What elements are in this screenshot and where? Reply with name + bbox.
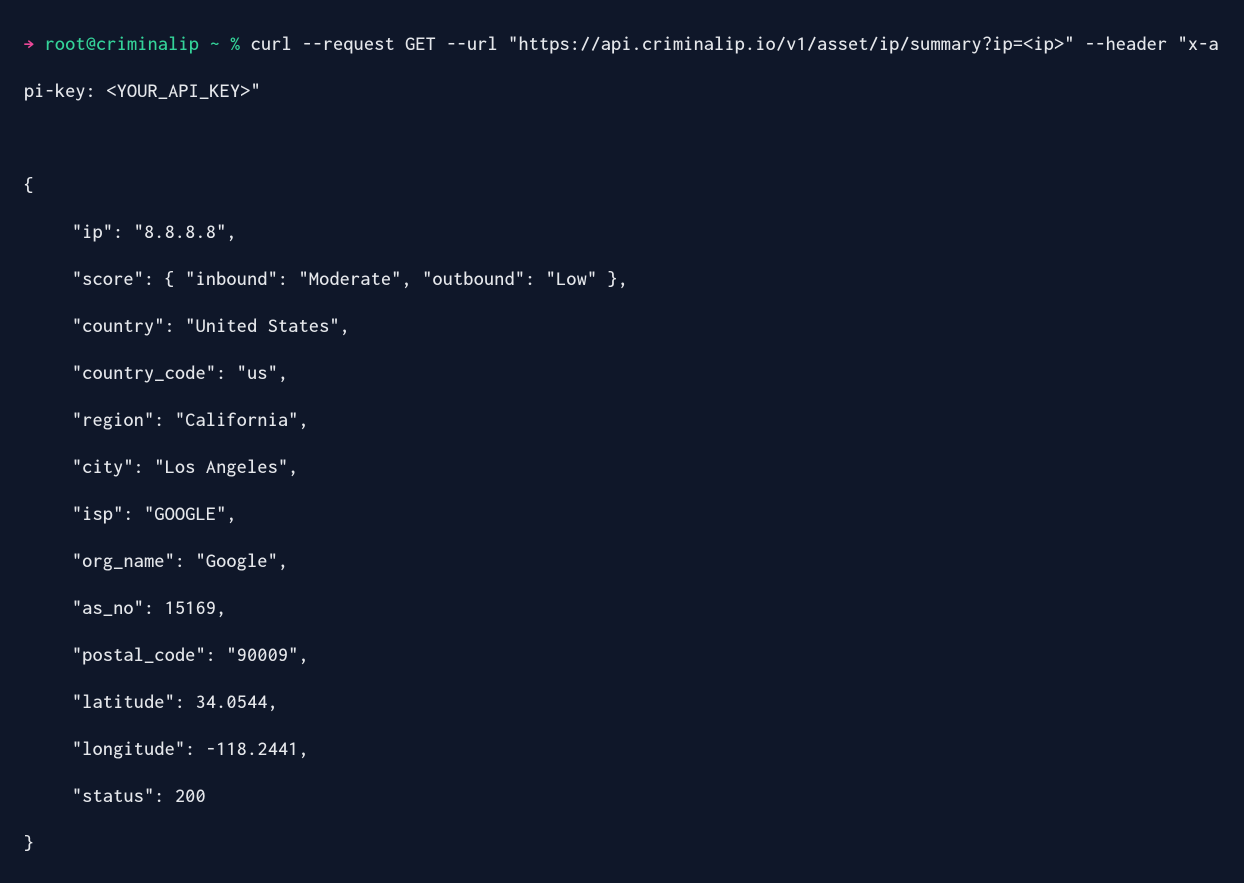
json-line: "as_no": 15169, bbox=[24, 584, 1220, 631]
terminal-command: curl --request GET --url "https://api.cr… bbox=[24, 33, 1219, 101]
terminal-window[interactable]: → root@criminalip ~ % curl --request GET… bbox=[24, 20, 1220, 866]
prompt-user-host: root@criminalip bbox=[45, 33, 200, 54]
json-close-brace: } bbox=[24, 832, 34, 853]
json-line: "longitude": -118.2441, bbox=[24, 725, 1220, 772]
json-line: "latitude": 34.0544, bbox=[24, 678, 1220, 725]
json-line: "ip": "8.8.8.8", bbox=[24, 208, 1220, 255]
prompt-symbol: % bbox=[230, 33, 240, 54]
json-line: "country_code": "us", bbox=[24, 349, 1220, 396]
prompt-arrow-icon: → bbox=[24, 33, 34, 54]
json-line: "postal_code": "90009", bbox=[24, 631, 1220, 678]
json-line: "country": "United States", bbox=[24, 302, 1220, 349]
json-line: "isp": "GOOGLE", bbox=[24, 490, 1220, 537]
json-line: "score": { "inbound": "Moderate", "outbo… bbox=[24, 255, 1220, 302]
json-line: "status": 200 bbox=[24, 772, 1220, 819]
json-line: "city": "Los Angeles", bbox=[24, 443, 1220, 490]
json-open-brace: { bbox=[24, 174, 34, 195]
json-line: "region": "California", bbox=[24, 396, 1220, 443]
prompt-path: ~ bbox=[209, 33, 219, 54]
json-line: "org_name": "Google", bbox=[24, 537, 1220, 584]
